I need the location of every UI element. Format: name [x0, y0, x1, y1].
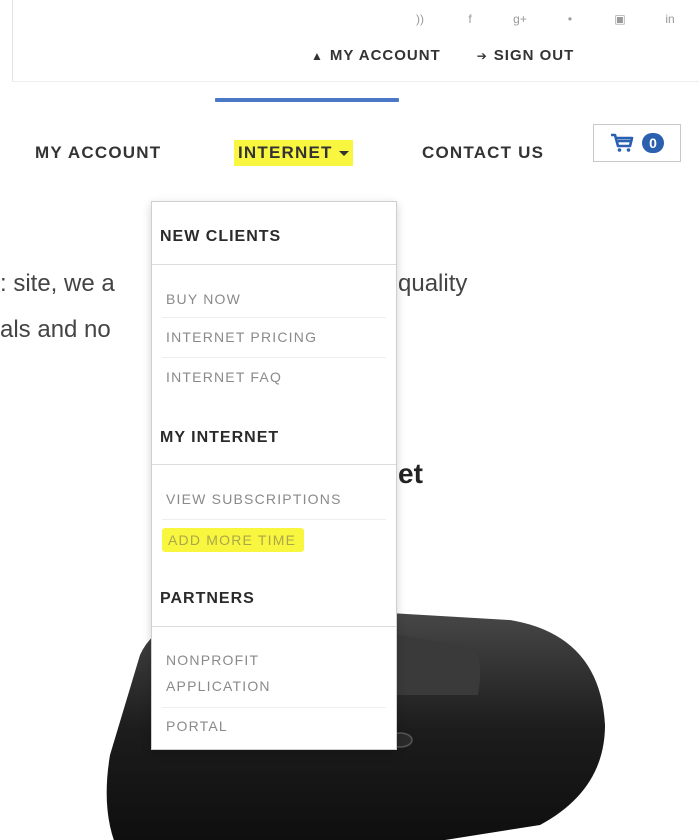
item-divider	[162, 357, 386, 358]
linkedin-icon[interactable]: in	[663, 12, 677, 26]
dropdown-divider	[152, 626, 396, 627]
sign-out-link[interactable]: ➔ SIGN OUT	[477, 47, 575, 64]
item-divider	[162, 519, 386, 520]
shopping-cart-icon	[611, 133, 634, 152]
sign-out-label: SIGN OUT	[493, 47, 575, 64]
user-icon: ▲	[311, 48, 324, 63]
intro-text-line1-left: : site, we a	[0, 270, 115, 297]
social-links: )) f g+ • ▣ in	[413, 12, 677, 26]
top-my-account-link[interactable]: ▲ MY ACCOUNT	[311, 47, 441, 64]
sign-out-icon: ➔	[476, 48, 488, 63]
menu-item-internet-pricing[interactable]: INTERNET PRICING	[166, 327, 317, 347]
google-plus-icon[interactable]: g+	[513, 12, 527, 26]
nav-internet[interactable]: INTERNET	[234, 140, 353, 166]
menu-item-view-subscriptions[interactable]: VIEW SUBSCRIPTIONS	[166, 489, 342, 509]
cart-button[interactable]: 0	[593, 124, 681, 162]
dropdown-divider	[152, 264, 396, 265]
menu-item-buy-now[interactable]: BUY NOW	[166, 289, 241, 309]
menu-item-portal[interactable]: PORTAL	[166, 716, 228, 736]
active-nav-indicator	[215, 98, 399, 102]
dropdown-heading-partners: PARTNERS	[160, 590, 255, 607]
menu-item-nonprofit-application-line1[interactable]: NONPROFIT	[166, 650, 259, 670]
youtube-icon[interactable]: ▣	[613, 12, 627, 26]
dropdown-heading-my-internet: MY INTERNET	[160, 429, 280, 446]
facebook-icon[interactable]: f	[463, 12, 477, 26]
intro-text-line2-left: als and no	[0, 316, 111, 343]
dropdown-heading-new-clients: NEW CLIENTS	[160, 228, 282, 245]
top-bar: )) f g+ • ▣ in ▲ MY ACCOUNT ➔ SIGN OUT	[12, 0, 699, 82]
twitter-icon[interactable]: •	[563, 12, 577, 26]
nav-my-account[interactable]: MY ACCOUNT	[35, 143, 161, 163]
cart-count-badge: 0	[642, 133, 664, 153]
menu-item-add-more-time[interactable]: ADD MORE TIME	[162, 528, 305, 552]
menu-item-internet-faq[interactable]: INTERNET FAQ	[166, 367, 282, 387]
item-divider	[162, 707, 386, 708]
account-links: ▲ MY ACCOUNT ➔ SIGN OUT	[311, 47, 574, 64]
caret-down-icon	[338, 151, 349, 157]
nav-contact-us[interactable]: CONTACT US	[422, 143, 544, 163]
product-heading: et	[398, 458, 423, 489]
rss-icon[interactable]: ))	[413, 12, 427, 26]
menu-item-nonprofit-application-line2[interactable]: APPLICATION	[166, 676, 271, 696]
item-divider	[162, 317, 386, 318]
nav-internet-label: INTERNET	[238, 143, 333, 162]
top-my-account-label: MY ACCOUNT	[329, 47, 441, 64]
internet-dropdown-menu: NEW CLIENTS BUY NOW INTERNET PRICING INT…	[151, 201, 397, 750]
intro-text-line1-right: quality	[398, 270, 468, 297]
dropdown-divider	[152, 464, 396, 465]
